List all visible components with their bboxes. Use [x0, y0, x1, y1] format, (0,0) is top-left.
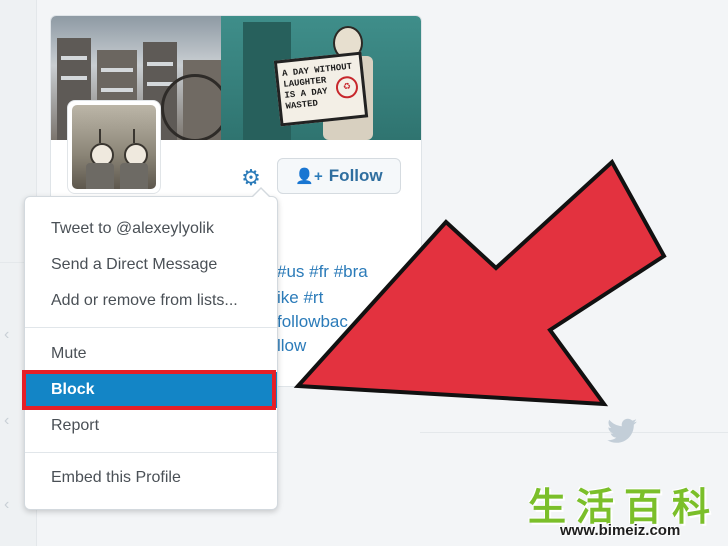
bird-icon — [607, 418, 637, 443]
watermark-url: www.bimeiz.com — [560, 522, 681, 539]
site-watermark: 生活百科 www.bimeiz.com — [522, 476, 728, 546]
red-arrow-annotation — [293, 158, 667, 407]
arrow-shape — [293, 158, 667, 407]
